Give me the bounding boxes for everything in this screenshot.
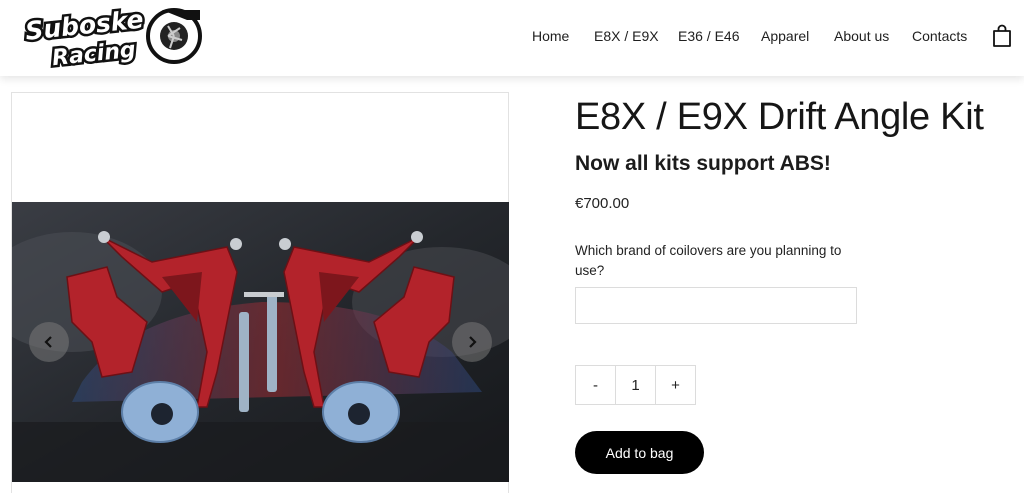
gallery-next-button[interactable] (452, 322, 492, 362)
quantity-decrement-button[interactable]: - (575, 365, 616, 405)
nav-item-e8x-e9x[interactable]: E8X / E9X (594, 28, 659, 44)
product-subtitle: Now all kits support ABS! (575, 152, 831, 175)
quantity-increment-button[interactable]: + (655, 365, 696, 405)
coilover-question-label: Which brand of coilovers are you plannin… (575, 243, 842, 278)
nav-item-apparel[interactable]: Apparel (761, 28, 809, 44)
gallery-prev-button[interactable] (29, 322, 69, 362)
add-to-bag-button[interactable]: Add to bag (575, 431, 704, 474)
svg-text:Racing: Racing (51, 38, 137, 70)
quantity-value[interactable]: 1 (615, 365, 656, 405)
chevron-left-icon (44, 336, 52, 348)
nav-item-home[interactable]: Home (532, 28, 569, 44)
nav-item-contacts[interactable]: Contacts (912, 28, 967, 44)
suboske-racing-logo[interactable]: Suboske Racing (22, 4, 208, 70)
product-price: €700.00 (575, 195, 630, 212)
nav-item-about-us[interactable]: About us (834, 28, 889, 44)
product-photo (12, 202, 509, 482)
coilover-brand-input[interactable] (575, 287, 857, 324)
shopping-bag-icon[interactable] (991, 24, 1013, 48)
product-title: E8X / E9X Drift Angle Kit (575, 96, 984, 138)
product-gallery (11, 92, 509, 493)
chevron-right-icon (469, 336, 477, 348)
nav-item-e36-e46[interactable]: E36 / E46 (678, 28, 740, 44)
site-header: Suboske Racing Home E8X / E9X E36 / E46 … (0, 0, 1024, 76)
drift-kit-image (12, 202, 509, 482)
